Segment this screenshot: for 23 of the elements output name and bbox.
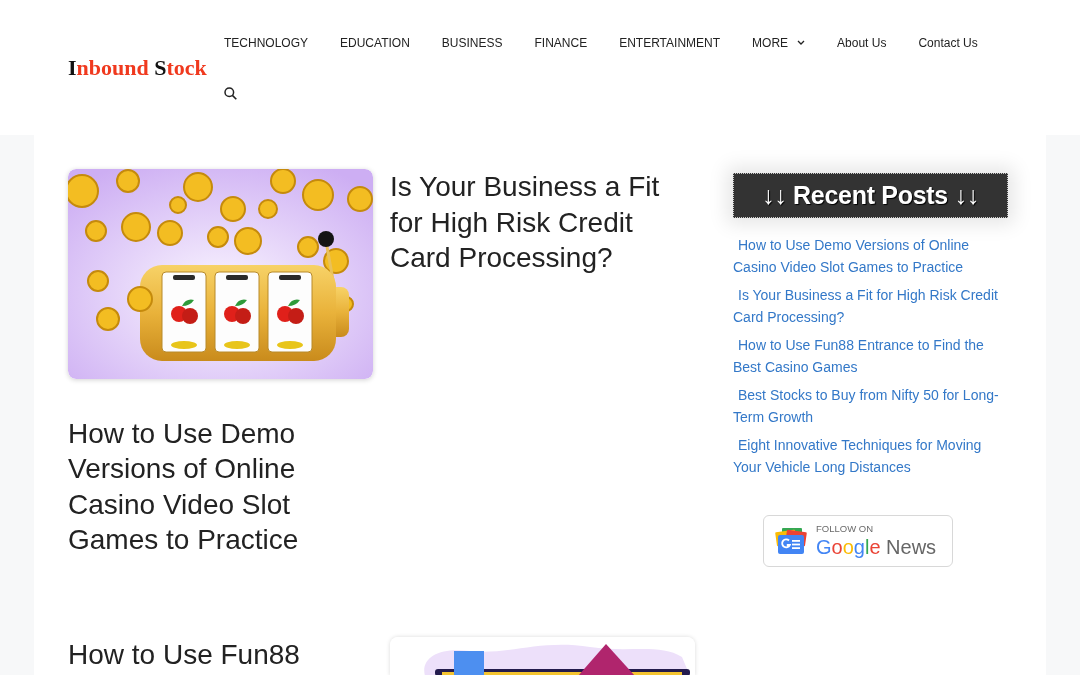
recent-post-link[interactable]: Eight Innovative Techniques for Moving Your Vehicle Long Distances [733,435,1012,478]
recent-post-link[interactable]: How to Use Demo Versions of Online Casino Video Slot Games to Practice [733,235,1012,278]
newspaper-icon [774,527,808,555]
post-title[interactable]: How to Use Fun88 [68,636,373,672]
post-title[interactable]: How to Use Demo Versions of Online Casino Video Slot Games to Practice [68,415,373,558]
post-title[interactable]: Is Your Business a Fit for High Risk Credit Card Processing? [390,169,695,276]
nav-link[interactable]: EDUCATION [324,32,426,53]
site-logo[interactable]: Inbound Stock [68,54,207,82]
nav-dropdown[interactable]: MORE [736,32,822,53]
nav-link[interactable]: ENTERTAINMENT [603,32,737,53]
nav-link[interactable]: About Us [821,32,903,53]
chevron-down-icon [797,40,806,45]
search-button[interactable] [224,87,237,100]
nav-link[interactable]: Contact Us [902,32,994,53]
widget-heading: ↓↓ Recent Posts ↓↓ [733,173,1008,218]
nav-link[interactable]: BUSINESS [425,32,519,53]
recent-post-link[interactable]: How to Use Fun88 Entrance to Find the Best Casino Games [733,335,1012,378]
search-icon [224,87,237,100]
follow-news-badge[interactable]: FOLLOW ON Google News [763,515,953,567]
nav-link[interactable]: FINANCE [518,32,604,53]
nav-link[interactable]: TECHNOLOGY [208,32,324,53]
recent-post-link[interactable]: Best Stocks to Buy from Nifty 50 for Long-Term Growth [733,385,1012,428]
recent-post-link[interactable]: Is Your Business a Fit for High Risk Credit Card Processing? [733,285,1012,328]
